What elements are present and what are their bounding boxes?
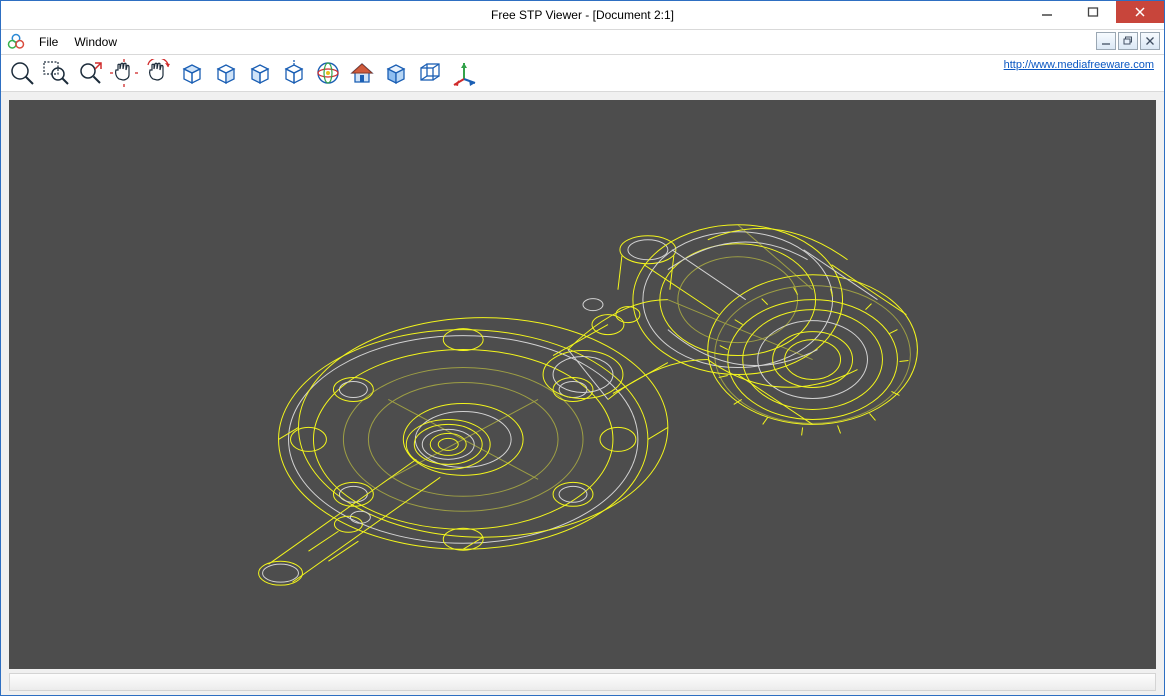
mdi-system-buttons <box>1096 32 1160 50</box>
vendor-link[interactable]: http://www.mediafreeware.com <box>1004 59 1154 71</box>
wireframe-render <box>9 100 1156 669</box>
cube-back-icon <box>280 59 308 87</box>
window-title: Free STP Viewer - [Document 2:1] <box>1 8 1164 22</box>
view-top-button[interactable] <box>175 57 209 89</box>
zoom-dynamic-button[interactable] <box>73 57 107 89</box>
cube-top-icon <box>178 59 206 87</box>
hand-pan-icon <box>110 59 138 87</box>
magnifier-icon <box>8 59 36 87</box>
shade-wireframe-button[interactable] <box>379 57 413 89</box>
zoom-in-button[interactable] <box>5 57 39 89</box>
hand-rotate-icon <box>144 59 172 87</box>
maximize-button[interactable] <box>1070 1 1116 23</box>
titlebar: Free STP Viewer - [Document 2:1] <box>1 1 1164 30</box>
mdi-minimize-button[interactable] <box>1096 32 1116 50</box>
axes-button[interactable] <box>447 57 481 89</box>
view-global-button[interactable] <box>311 57 345 89</box>
model-viewport[interactable] <box>9 100 1156 669</box>
menubar: File Window <box>1 30 1164 55</box>
mdi-restore-button[interactable] <box>1118 32 1138 50</box>
toolbar: http://www.mediafreeware.com <box>1 55 1164 92</box>
rotate-button[interactable] <box>141 57 175 89</box>
client-area <box>1 92 1164 695</box>
home-icon <box>348 59 376 87</box>
view-front-button[interactable] <box>243 57 277 89</box>
mdi-close-button[interactable] <box>1140 32 1160 50</box>
system-buttons <box>1024 1 1164 23</box>
magnifier-arrows-icon <box>76 59 104 87</box>
pan-button[interactable] <box>107 57 141 89</box>
perspective-button[interactable] <box>413 57 447 89</box>
menu-window[interactable]: Window <box>66 33 125 51</box>
magnifier-window-icon <box>42 59 70 87</box>
zoom-window-button[interactable] <box>39 57 73 89</box>
app-window: Free STP Viewer - [Document 2:1] File Wi… <box>0 0 1165 696</box>
close-button[interactable] <box>1116 1 1164 23</box>
menu-file[interactable]: File <box>31 33 66 51</box>
wire-cube-icon <box>416 59 444 87</box>
view-bottom-button[interactable] <box>209 57 243 89</box>
cube-front-icon <box>246 59 274 87</box>
view-back-button[interactable] <box>277 57 311 89</box>
statusbar <box>9 673 1156 691</box>
globe-icon <box>314 59 342 87</box>
view-home-button[interactable] <box>345 57 379 89</box>
minimize-button[interactable] <box>1024 1 1070 23</box>
cube-bottom-icon <box>212 59 240 87</box>
shade-cube-icon <box>382 59 410 87</box>
app-logo-icon <box>7 33 25 51</box>
axes-icon <box>450 59 478 87</box>
